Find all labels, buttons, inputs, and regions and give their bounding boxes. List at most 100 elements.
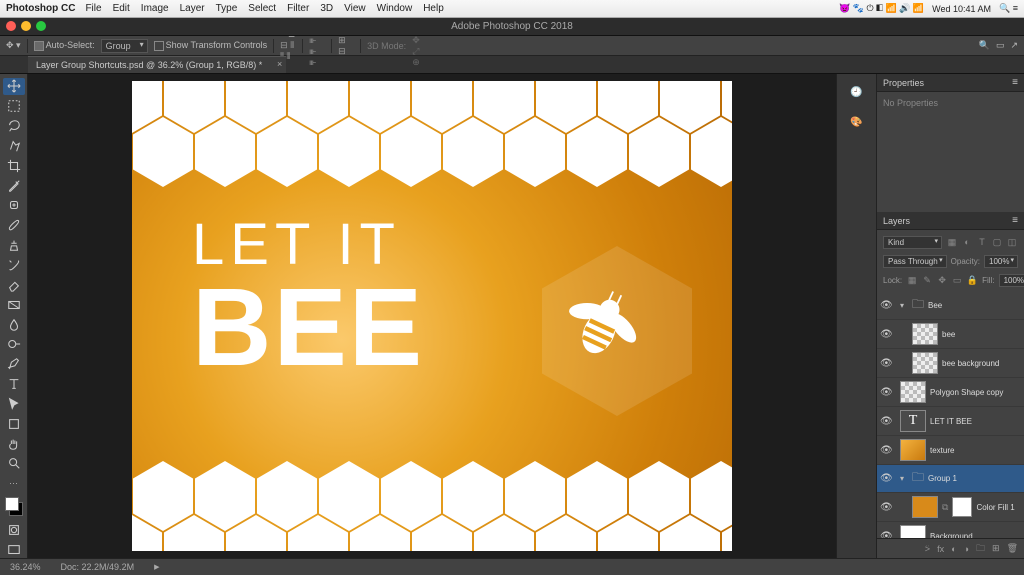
share-icon[interactable]: ↗	[1010, 40, 1018, 51]
move-tool[interactable]	[3, 78, 25, 95]
doc-size-readout[interactable]: Doc: 22.2M/49.2M	[61, 562, 135, 572]
eraser-tool[interactable]	[3, 276, 25, 293]
edit-toolbar[interactable]: ⋯	[3, 475, 25, 492]
menu-edit[interactable]: Edit	[113, 3, 130, 14]
visibility-toggle[interactable]: 👁	[880, 445, 892, 456]
layer-filter-dropdown[interactable]: Kind	[883, 236, 942, 249]
foreground-background-colors[interactable]	[3, 495, 25, 519]
menu-extra-icons[interactable]: 👿 🐾 ⏻ ◧ 📶 🔊 📶	[839, 3, 924, 14]
auto-select-scope-dropdown[interactable]: Group	[101, 39, 148, 53]
path-select-tool[interactable]	[3, 396, 25, 413]
menu-filter[interactable]: Filter	[287, 3, 309, 14]
layers-panel-tab[interactable]: Layers≡	[877, 212, 1024, 230]
history-brush-tool[interactable]	[3, 257, 25, 274]
eyedropper-tool[interactable]	[3, 177, 25, 194]
layer-row[interactable]: 👁 bee	[877, 320, 1024, 349]
link-layers-icon[interactable]: ⍩	[925, 543, 930, 554]
menu-layer[interactable]: Layer	[180, 3, 205, 14]
healing-tool[interactable]	[3, 197, 25, 214]
layer-name[interactable]: bee background	[942, 359, 1021, 368]
layer-row[interactable]: 👁⧉Color Fill 1	[877, 493, 1024, 522]
layer-name[interactable]: bee	[942, 330, 1021, 339]
spotlight-icon[interactable]: 🔍 ≡	[999, 3, 1018, 14]
new-layer-icon[interactable]: ⊞	[992, 543, 1000, 554]
visibility-toggle[interactable]: 👁	[880, 531, 892, 539]
window-close-button[interactable]	[6, 21, 16, 31]
fill-field[interactable]: 100%	[999, 274, 1024, 287]
screen-mode-toggle[interactable]	[3, 541, 25, 558]
layer-fx-icon[interactable]: fx	[937, 544, 944, 554]
layer-name[interactable]: Color Fill 1	[976, 503, 1021, 512]
menu-select[interactable]: Select	[248, 3, 276, 14]
layer-name[interactable]: Bee	[928, 301, 1021, 310]
layer-row[interactable]: 👁 Polygon Shape copy	[877, 378, 1024, 407]
new-group-icon[interactable]: 🗀	[976, 541, 985, 557]
layer-name[interactable]: Polygon Shape copy	[930, 388, 1021, 397]
search-icon[interactable]: 🔍	[979, 40, 990, 51]
canvas-area[interactable]: LET IT BEE	[28, 74, 836, 558]
auto-select-checkbox[interactable]: Auto-Select:	[34, 40, 95, 51]
layer-filter-icons[interactable]: ▦◐T▢◫	[946, 237, 1018, 248]
delete-layer-icon[interactable]: 🗑	[1007, 543, 1018, 554]
app-menu[interactable]: Photoshop CC	[6, 3, 75, 14]
visibility-toggle[interactable]: 👁	[880, 387, 892, 398]
lasso-tool[interactable]	[3, 118, 25, 135]
layer-row[interactable]: 👁TLET IT BEE	[877, 407, 1024, 436]
blur-tool[interactable]	[3, 316, 25, 333]
align-group-icons[interactable]: ≡ ≣ ⊟ ⫴ ⫴ ⫴	[280, 38, 296, 54]
brush-tool[interactable]	[3, 217, 25, 234]
visibility-toggle[interactable]: 👁	[880, 416, 892, 427]
layer-row[interactable]: 👁Background	[877, 522, 1024, 538]
panel-menu-icon[interactable]: ≡	[1012, 215, 1018, 226]
document-tab[interactable]: Layer Group Shortcuts.psd @ 36.2% (Group…	[28, 56, 286, 73]
visibility-toggle[interactable]: 👁	[880, 473, 892, 484]
layer-row[interactable]: 👁▾🗀Bee	[877, 292, 1024, 320]
close-tab-icon[interactable]: ×	[277, 59, 282, 69]
distribute-group-icons[interactable]: ⫶ ⫶ ⫶ ⊪ ⊪ ⊪	[309, 38, 325, 54]
marquee-tool[interactable]	[3, 98, 25, 115]
window-zoom-button[interactable]	[36, 21, 46, 31]
visibility-toggle[interactable]: 👁	[880, 502, 892, 513]
layer-row[interactable]: 👁 texture	[877, 436, 1024, 465]
layer-row[interactable]: 👁 bee background	[877, 349, 1024, 378]
disclosure-arrow[interactable]: ▾	[900, 301, 908, 310]
gradient-tool[interactable]	[3, 296, 25, 313]
type-tool[interactable]	[3, 376, 25, 393]
layer-list[interactable]: 👁▾🗀Bee👁bee👁bee background👁Polygon Shape …	[877, 292, 1024, 538]
layer-name[interactable]: LET IT BEE	[930, 417, 1021, 426]
menu-image[interactable]: Image	[141, 3, 169, 14]
lock-icons[interactable]: ▦✎✥▭🔒	[906, 275, 978, 286]
disclosure-arrow[interactable]: ▾	[900, 474, 908, 483]
layer-mask-icon[interactable]: ◐	[951, 544, 956, 554]
crop-tool[interactable]	[3, 157, 25, 174]
zoom-tool[interactable]	[3, 455, 25, 472]
clone-tool[interactable]	[3, 237, 25, 254]
dodge-tool[interactable]	[3, 336, 25, 353]
menu-help[interactable]: Help	[423, 3, 444, 14]
document-canvas[interactable]: LET IT BEE	[132, 81, 732, 551]
menu-type[interactable]: Type	[216, 3, 238, 14]
history-panel-icon[interactable]: 🕘	[847, 82, 867, 102]
menu-view[interactable]: View	[344, 3, 366, 14]
panel-menu-icon[interactable]: ≡	[1012, 77, 1018, 88]
visibility-toggle[interactable]: 👁	[880, 329, 892, 340]
color-panel-icon[interactable]: 🎨	[847, 112, 867, 132]
menu-3d[interactable]: 3D	[320, 3, 333, 14]
quick-mask-toggle[interactable]	[3, 521, 25, 538]
blend-mode-dropdown[interactable]: Pass Through	[883, 255, 947, 268]
zoom-readout[interactable]: 36.24%	[10, 562, 41, 572]
visibility-toggle[interactable]: 👁	[880, 300, 892, 311]
properties-panel-tab[interactable]: Properties≡	[877, 74, 1024, 92]
workspace-icon[interactable]: ▭	[996, 40, 1005, 51]
quick-select-tool[interactable]	[3, 138, 25, 155]
shape-tool[interactable]	[3, 415, 25, 432]
layer-row[interactable]: 👁▾🗀Group 1	[877, 465, 1024, 493]
layer-name[interactable]: texture	[930, 446, 1021, 455]
pen-tool[interactable]	[3, 356, 25, 373]
opacity-field[interactable]: 100%	[984, 255, 1018, 268]
visibility-toggle[interactable]: 👁	[880, 358, 892, 369]
align-to-icons[interactable]: ⊞ ⊟	[338, 38, 354, 54]
window-minimize-button[interactable]	[21, 21, 31, 31]
menu-file[interactable]: File	[85, 3, 101, 14]
hand-tool[interactable]	[3, 435, 25, 452]
